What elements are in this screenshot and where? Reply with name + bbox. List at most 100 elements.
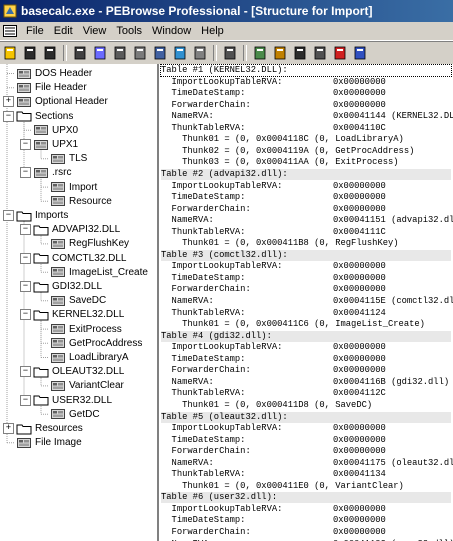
exe-icon[interactable] [42, 45, 58, 61]
page-icon [50, 153, 66, 165]
menu-file[interactable]: File [21, 25, 49, 37]
tree-item-imports[interactable]: − Imports [3, 209, 68, 222]
tree-item-resources[interactable]: + Resources [3, 422, 83, 435]
menu-view[interactable]: View [78, 25, 112, 37]
field-value: 0x00000000 [333, 365, 386, 376]
document-menu-icon[interactable] [3, 25, 17, 37]
font-icon[interactable] [192, 45, 208, 61]
ascii-icon[interactable] [312, 45, 328, 61]
import-structure-view[interactable]: Table #1 (KERNEL32.DLL): ImportLookupTab… [159, 64, 453, 541]
rgb-icon[interactable] [332, 45, 348, 61]
tree-item-comctl32-dll[interactable]: − COMCTL32.DLL [20, 252, 126, 265]
print-icon[interactable] [112, 45, 128, 61]
chart-icon[interactable] [72, 45, 88, 61]
refresh-icon[interactable] [152, 45, 168, 61]
tree-item-user32-dll[interactable]: − USER32.DLL [20, 394, 112, 407]
collapse-icon[interactable]: − [20, 281, 31, 292]
page-icon [16, 437, 32, 449]
tree-item-upx0[interactable]: UPX0 [33, 124, 78, 137]
toolbar-separator [63, 45, 67, 61]
page-icon [16, 82, 32, 94]
collapse-icon[interactable]: − [20, 394, 31, 406]
collapse-icon[interactable]: − [3, 110, 14, 122]
field-row: Thunk01 = (0, 0x0004118C (0, LoadLibrary… [161, 134, 404, 145]
find-icon[interactable] [132, 45, 148, 61]
field-row: Thunk01 = (0, 0x000411D8 (0, SaveDC) [161, 400, 372, 411]
calc-icon[interactable] [292, 45, 308, 61]
tree-item-file-header[interactable]: File Header [16, 81, 87, 94]
tree-item-tls[interactable]: TLS [50, 152, 87, 165]
tree-item-label: SaveDC [69, 295, 107, 307]
tree-icon[interactable] [222, 45, 238, 61]
structure-tree[interactable]: DOS Header File Header + Optional Header − Se… [0, 64, 159, 541]
field-name: ImportLookupTableRVA: [161, 180, 283, 191]
tree-item-kernel32-dll[interactable]: − KERNEL32.DLL [20, 308, 124, 321]
open-icon[interactable] [2, 45, 18, 61]
expand-icon[interactable]: + [3, 96, 14, 108]
expand-icon[interactable]: + [3, 423, 14, 434]
tree-item-sections[interactable]: − Sections [3, 110, 73, 123]
field-name: TimeDateStamp: [161, 353, 246, 364]
tree-item-exitprocess[interactable]: ExitProcess [50, 323, 122, 336]
field-row: ForwarderChain: 0x00000000 [161, 204, 386, 215]
tree-item-optional-header[interactable]: + Optional Header [3, 95, 108, 108]
field-name: ThunkTableRVA: [161, 388, 246, 399]
folder-icon [16, 423, 32, 435]
menu-window[interactable]: Window [147, 25, 196, 37]
toolbar [0, 41, 453, 65]
tree-item-variantclear[interactable]: VariantClear [50, 379, 124, 392]
dll-icon[interactable] [22, 45, 38, 61]
menu-tools[interactable]: Tools [111, 25, 147, 37]
page-icon [50, 408, 66, 420]
field-name: Thunk02 = (0, 0x0004119A (0, GetProcAddr… [161, 145, 415, 156]
display-icon[interactable] [172, 45, 188, 61]
menu-help[interactable]: Help [196, 25, 229, 37]
field-name: ThunkTableRVA: [161, 226, 246, 237]
field-row: Thunk01 = (0, 0x000411B8 (0, RegFlushKey… [161, 238, 398, 249]
collapse-icon[interactable]: − [20, 366, 31, 378]
tree-item-imagelist-create[interactable]: ImageList_Create [50, 266, 148, 279]
field-value: 0x00000000 [333, 515, 386, 526]
collapse-icon[interactable]: − [20, 309, 31, 321]
title-bar[interactable]: basecalc.exe - PEBrowse Professional - [… [0, 0, 453, 22]
collapse-icon[interactable]: − [3, 210, 14, 221]
table-title: Table #6 (user32.dll): [161, 492, 278, 503]
toolbar-separator [243, 45, 247, 61]
tree-item-gdi32-dll[interactable]: − GDI32.DLL [20, 280, 102, 293]
tree-item-dos-header[interactable]: DOS Header [16, 67, 92, 80]
warning-icon[interactable] [352, 45, 368, 61]
table-header: Table #5 (oleaut32.dll): [161, 411, 451, 423]
notes-icon[interactable] [272, 45, 288, 61]
field-value: 0x00000000 [333, 353, 386, 364]
tree-item-label: OLEAUT32.DLL [52, 366, 125, 378]
tree-item-file-image[interactable]: File Image [16, 436, 82, 449]
collapse-icon[interactable]: − [20, 139, 31, 150]
field-name: ImportLookupTableRVA: [161, 261, 283, 272]
tree-item-import[interactable]: Import [50, 181, 97, 194]
copy-icon[interactable] [92, 45, 108, 61]
field-row: NameRVA: 0x0004116B (gdi32.dll) [161, 377, 450, 388]
tree-item-getdc[interactable]: GetDC [50, 408, 100, 421]
collapse-icon[interactable]: − [20, 167, 31, 179]
tree-item-loadlibrarya[interactable]: LoadLibraryA [50, 351, 128, 364]
tree-item-advapi32-dll[interactable]: − ADVAPI32.DLL [20, 223, 120, 236]
tree-item--rsrc[interactable]: − .rsrc [20, 166, 71, 179]
tree-item-regflushkey[interactable]: RegFlushKey [50, 237, 129, 250]
field-name: Thunk01 = (0, 0x000411C6 (0, ImageList_C… [161, 319, 425, 330]
field-row: ThunkTableRVA: 0x00041124 [161, 308, 386, 319]
table-header: Table #1 (KERNEL32.DLL): [160, 64, 452, 77]
collapse-icon[interactable]: − [20, 224, 31, 236]
tree-item-getprocaddress[interactable]: GetProcAddress [50, 337, 142, 350]
field-value: 0x00000000 [333, 88, 386, 99]
hex-icon[interactable] [252, 45, 268, 61]
menu-edit[interactable]: Edit [49, 25, 78, 37]
tree-item-oleaut32-dll[interactable]: − OLEAUT32.DLL [20, 365, 125, 378]
tree-item-upx1[interactable]: − UPX1 [20, 138, 78, 151]
collapse-icon[interactable]: − [20, 252, 31, 264]
tree-item-savedc[interactable]: SaveDC [50, 294, 106, 307]
tree-item-resource[interactable]: Resource [50, 195, 112, 208]
field-row: ImportLookupTableRVA: 0x00000000 [161, 180, 386, 192]
table-title: Table #4 (gdi32.dll): [161, 330, 272, 341]
field-value: 0x00000000 [333, 527, 386, 537]
table-title: Table #3 (comctl32.dll): [161, 249, 288, 260]
